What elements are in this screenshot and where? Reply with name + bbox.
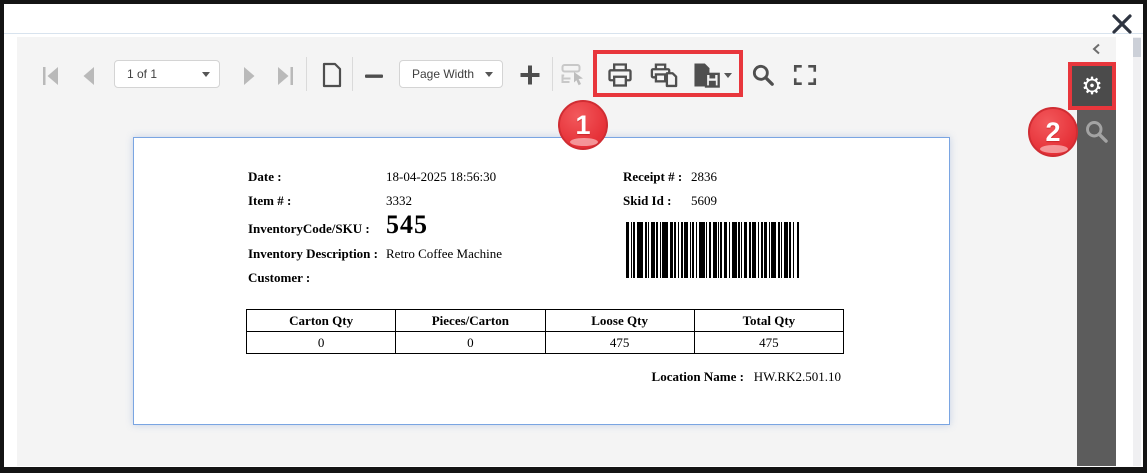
- field-label: Date :: [248, 169, 386, 185]
- table-row: 0 0 475 475: [247, 332, 844, 354]
- location-value: HW.RK2.501.10: [754, 369, 841, 384]
- field-item-number: Item # : 3332: [248, 193, 412, 209]
- location-name: Location Name : HW.RK2.501.10: [652, 369, 841, 385]
- quantity-table: Carton Qty Pieces/Carton Loose Qty Total…: [246, 309, 844, 354]
- field-value: 18-04-2025 18:56:30: [386, 169, 496, 185]
- annotation-step-1-badge: 1: [558, 100, 608, 150]
- fullscreen-button[interactable]: [790, 61, 820, 89]
- export-save-button[interactable]: [690, 59, 732, 91]
- badge-1-number: 1: [575, 110, 590, 141]
- table-header-row: Carton Qty Pieces/Carton Loose Qty Total…: [247, 310, 844, 332]
- whole-page-view-button[interactable]: [316, 59, 348, 91]
- zoom-out-button[interactable]: [359, 61, 389, 91]
- field-customer: Customer :: [248, 270, 386, 286]
- search-button[interactable]: [748, 60, 778, 90]
- cell-carton-qty: 0: [247, 332, 396, 354]
- col-loose-qty: Loose Qty: [545, 310, 694, 332]
- chevron-down-icon: [202, 72, 210, 77]
- report-viewer-window: 1 of 1 Page Width: [0, 0, 1147, 473]
- col-carton-qty: Carton Qty: [247, 310, 396, 332]
- cell-loose-qty: 475: [545, 332, 694, 354]
- page-number-value: 1 of 1: [127, 67, 157, 81]
- previous-page-button[interactable]: [74, 61, 104, 91]
- page-number-select[interactable]: 1 of 1: [114, 60, 220, 88]
- location-label: Location Name :: [652, 369, 744, 384]
- field-value-sku: 545: [386, 210, 428, 240]
- zoom-in-button[interactable]: [513, 59, 547, 91]
- scrollbar-thumb[interactable]: [1133, 38, 1141, 57]
- last-page-button[interactable]: [270, 61, 300, 91]
- first-page-button[interactable]: [36, 61, 66, 91]
- zoom-mode-value: Page Width: [412, 67, 474, 81]
- toolbar-separator: [306, 57, 307, 91]
- field-skid-id: Skid Id : 5609: [623, 193, 717, 209]
- field-receipt-number: Receipt # : 2836: [623, 169, 717, 185]
- col-total-qty: Total Qty: [694, 310, 843, 332]
- export-options-caret-icon: [724, 73, 732, 78]
- report-document-page: Date : 18-04-2025 18:56:30 Item # : 3332…: [133, 137, 950, 425]
- field-label: Inventory Description :: [248, 246, 386, 262]
- print-button[interactable]: [603, 59, 637, 91]
- sidebar-search-icon[interactable]: [1083, 118, 1110, 145]
- next-page-button[interactable]: [234, 61, 264, 91]
- close-icon[interactable]: [1110, 12, 1134, 36]
- col-pieces-carton: Pieces/Carton: [396, 310, 545, 332]
- field-value: 5609: [691, 193, 717, 209]
- field-date: Date : 18-04-2025 18:56:30: [248, 169, 496, 185]
- cell-total-qty: 475: [694, 332, 843, 354]
- field-inventory-sku: InventoryCode/SKU : 545: [248, 210, 428, 240]
- field-label: Skid Id :: [623, 193, 691, 209]
- dialog-header: [4, 4, 1143, 34]
- field-inventory-description: Inventory Description : Retro Coffee Mac…: [248, 246, 502, 262]
- field-value: 3332: [386, 193, 412, 209]
- toolbar-separator: [552, 57, 553, 91]
- scrollbar-track[interactable]: [1133, 37, 1141, 466]
- barcode: [626, 222, 802, 278]
- zoom-mode-select[interactable]: Page Width: [399, 60, 503, 88]
- field-label: Item # :: [248, 193, 386, 209]
- annotation-step-2-badge: 2: [1028, 107, 1078, 157]
- collapse-sidebar-icon[interactable]: [1090, 42, 1106, 58]
- badge-2-number: 2: [1045, 117, 1060, 148]
- chevron-down-icon: [485, 72, 493, 77]
- toolbar-separator: [352, 57, 353, 91]
- field-value: 2836: [691, 169, 717, 185]
- field-value: Retro Coffee Machine: [386, 246, 502, 262]
- cell-pieces-carton: 0: [396, 332, 545, 354]
- print-current-page-button[interactable]: [646, 59, 682, 91]
- field-label: Customer :: [248, 270, 386, 286]
- select-tool-button-disabled[interactable]: [558, 60, 592, 90]
- field-label: InventoryCode/SKU :: [248, 221, 386, 237]
- field-label: Receipt # :: [623, 169, 691, 185]
